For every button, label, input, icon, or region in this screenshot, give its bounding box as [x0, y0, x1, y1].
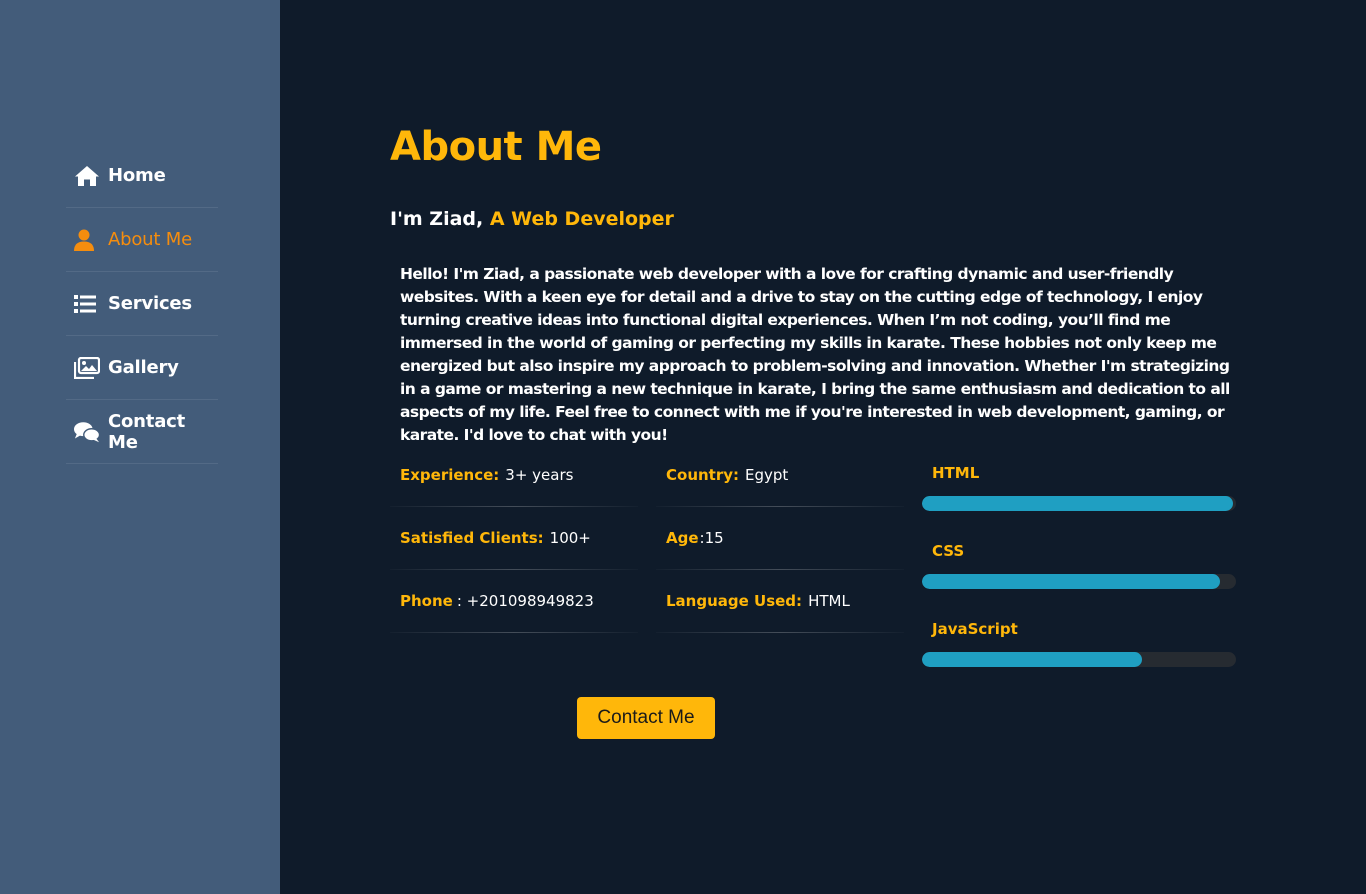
info-value: 100+ — [549, 529, 591, 547]
intro-name: I'm Ziad, — [390, 208, 484, 230]
personal-info-grid: Experience: 3+ years Country: Egypt Sati… — [390, 444, 910, 633]
info-label: Phone — [400, 592, 453, 610]
skill-name: CSS — [932, 542, 965, 560]
comments-icon — [74, 420, 100, 444]
about-section: About Me I'm Ziad, A Web Developer Hello… — [280, 0, 1366, 894]
info-label: Country: — [666, 466, 740, 484]
skill-progress-track — [922, 574, 1236, 589]
images-icon — [74, 356, 100, 380]
info-satisfied-clients: Satisfied Clients: 100+ — [390, 507, 638, 570]
sidebar-item-label: Home — [108, 165, 166, 186]
info-label: Language Used: — [666, 592, 803, 610]
sidebar-item-label: About Me — [108, 229, 192, 250]
info-value: :15 — [699, 529, 724, 547]
sidebar-item-services[interactable]: Services — [66, 272, 218, 336]
info-language-used: Language Used: HTML — [656, 570, 904, 633]
skills-list: HTML CSS JavaScript — [922, 462, 1236, 696]
skill-name: HTML — [932, 464, 980, 482]
sidebar-item-label: Gallery — [108, 357, 179, 378]
info-phone: Phone : +201098949823 — [390, 570, 638, 633]
intro-heading: I'm Ziad, A Web Developer — [390, 208, 674, 230]
sidebar-item-about-me[interactable]: About Me — [66, 208, 218, 272]
info-label: Satisfied Clients: — [400, 529, 544, 547]
info-label: Age — [666, 529, 699, 547]
sidebar-item-gallery[interactable]: Gallery — [66, 336, 218, 400]
sidebar-nav: Home About Me Services Gallery Contact M… — [66, 144, 218, 464]
user-icon — [74, 228, 100, 252]
skill-name: JavaScript — [932, 620, 1018, 638]
skill-progress-fill — [922, 652, 1142, 667]
sidebar-item-contact-me[interactable]: Contact Me — [66, 400, 218, 464]
contact-me-button[interactable]: Contact Me — [577, 697, 715, 739]
info-value: Egypt — [745, 466, 789, 484]
sidebar: Home About Me Services Gallery Contact M… — [0, 0, 280, 894]
intro-role: A Web Developer — [489, 208, 674, 230]
info-value: : +201098949823 — [456, 592, 594, 610]
skill-progress-track — [922, 496, 1236, 511]
info-value: HTML — [808, 592, 850, 610]
sidebar-item-home[interactable]: Home — [66, 144, 218, 208]
info-experience: Experience: 3+ years — [390, 444, 638, 507]
info-label: Experience: — [400, 466, 500, 484]
sidebar-item-label: Services — [108, 293, 192, 314]
page-title: About Me — [390, 124, 602, 170]
skill-progress-fill — [922, 574, 1221, 589]
list-icon — [74, 292, 100, 316]
skill-javascript: JavaScript — [922, 618, 1236, 696]
info-age: Age :15 — [656, 507, 904, 570]
info-value: 3+ years — [505, 466, 574, 484]
skill-progress-track — [922, 652, 1236, 667]
info-country: Country: Egypt — [656, 444, 904, 507]
home-icon — [74, 164, 100, 188]
bio-paragraph: Hello! I'm Ziad, a passionate web develo… — [400, 265, 1230, 444]
skill-html: HTML — [922, 462, 1236, 540]
skill-progress-fill — [922, 496, 1233, 511]
sidebar-item-label: Contact Me — [108, 410, 186, 453]
skill-css: CSS — [922, 540, 1236, 618]
